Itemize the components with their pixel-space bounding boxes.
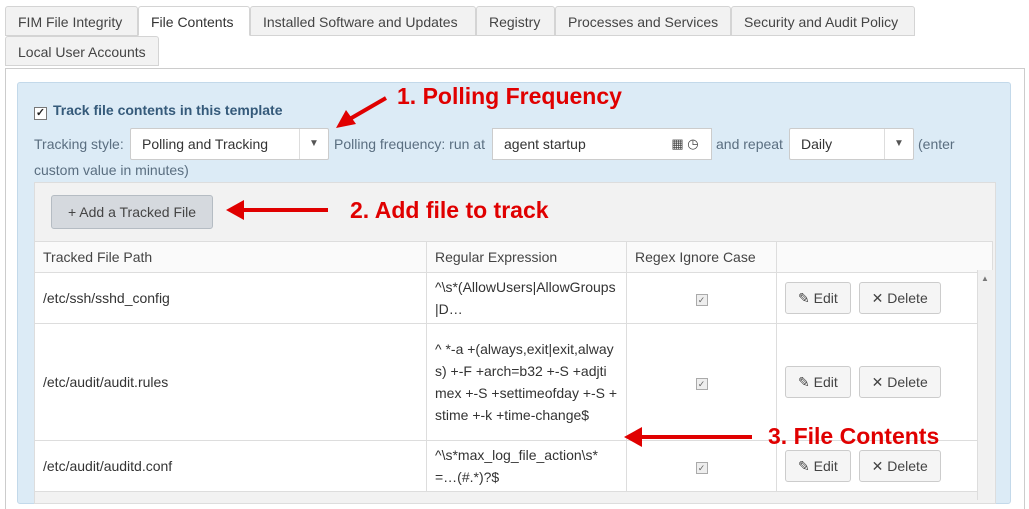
annotation-arrowhead-2	[226, 200, 244, 220]
annotation-add-file: 2. Add file to track	[350, 197, 549, 223]
annotation-file-contents: 3. File Contents	[768, 423, 940, 449]
annotation-arrows	[226, 96, 752, 447]
annotation-polling-frequency: 1. Polling Frequency	[397, 83, 622, 109]
annotation-arrow-1	[346, 96, 388, 122]
annotation-arrowhead-3	[624, 427, 642, 447]
